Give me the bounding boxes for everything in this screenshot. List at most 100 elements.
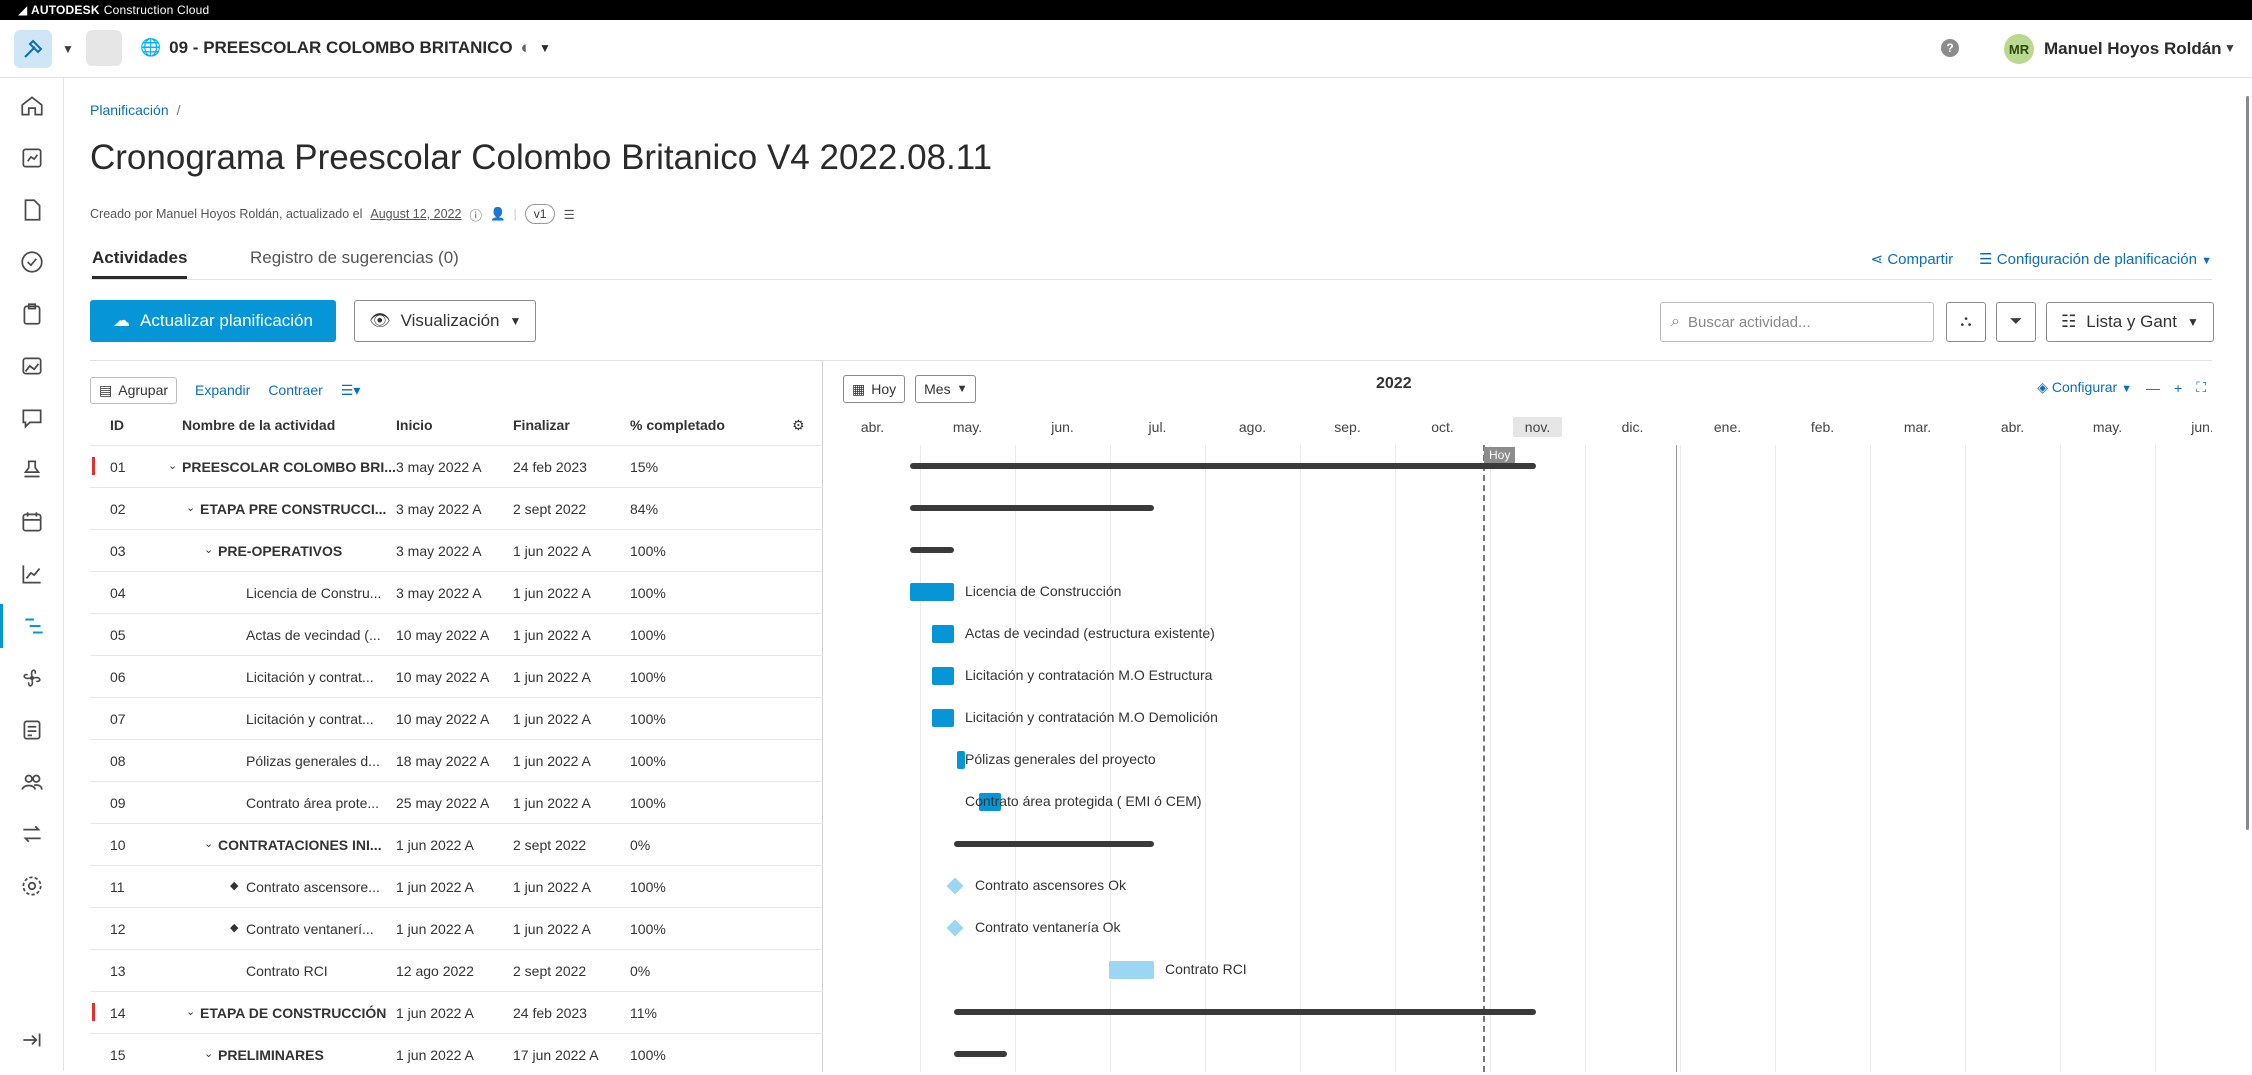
calendar-icon[interactable]	[0, 500, 64, 544]
schedule-icon[interactable]	[0, 604, 64, 648]
checklist-icon[interactable]	[0, 240, 64, 284]
dashboard-icon[interactable]	[0, 136, 64, 180]
schedule-config-button[interactable]: ☰ Configuración de planificación ▼	[1979, 250, 2212, 268]
table-row[interactable]: 07 Licitación y contrat... 10 may 2022 A 1 …	[90, 697, 823, 739]
task-bar[interactable]	[957, 751, 965, 769]
table-row[interactable]: 05 Actas de vecindad (... 10 may 2022 A 1 j…	[90, 613, 823, 655]
chevron-down-icon[interactable]: ⌄	[204, 837, 213, 850]
table-row[interactable]: 15 ⌄ PRELIMINARES 1 jun 2022 A 17 jun 2022 A…	[90, 1033, 823, 1075]
filter-button[interactable]: ⏷	[1996, 302, 2036, 342]
home-icon[interactable]	[0, 84, 64, 128]
gear-icon[interactable]	[0, 864, 64, 908]
chevron-down-icon[interactable]: ⌄	[186, 1005, 195, 1018]
table-row[interactable]: 08 Pólizas generales d... 18 may 2022 A 1 j…	[90, 739, 823, 781]
summary-bar[interactable]	[910, 505, 1154, 511]
list-gantt-dropdown[interactable]: ☷ Lista y Gant ▼	[2046, 302, 2214, 342]
row-start: 1 jun 2022 A	[396, 879, 474, 895]
table-row[interactable]: 14 ⌄ ETAPA DE CONSTRUCCIÓN 1 jun 2022 A 24 f…	[90, 991, 823, 1033]
scale-dropdown[interactable]: Mes ▼	[915, 375, 977, 403]
chevron-down-icon[interactable]: ▼	[2224, 41, 2236, 55]
view-dropdown[interactable]: 👁 Visualización ▼	[354, 300, 537, 342]
collapse-icon[interactable]	[0, 1018, 64, 1062]
collapse-button[interactable]: Contraer	[268, 382, 322, 398]
tab-suggestions[interactable]: Registro de sugerencias (0)	[250, 248, 459, 276]
fan-icon[interactable]	[0, 656, 64, 700]
outline-level-icon[interactable]: ☰▾	[341, 382, 361, 399]
table-row[interactable]: 04 Licencia de Constru... 3 may 2022 A 1 ju…	[90, 571, 823, 613]
task-bar[interactable]	[932, 667, 954, 685]
help-icon[interactable]: ?	[1941, 39, 1959, 57]
task-bar[interactable]	[932, 625, 954, 643]
task-bar[interactable]	[910, 583, 954, 601]
chevron-down-icon[interactable]: ⌄	[204, 1047, 213, 1060]
table-row[interactable]: 02 ⌄ ETAPA PRE CONSTRUCCI... 3 may 2022 A 2 …	[90, 487, 823, 529]
col-start[interactable]: Inicio	[396, 417, 433, 433]
summary-bar[interactable]	[910, 547, 954, 553]
people-icon[interactable]	[0, 760, 64, 804]
task-bar[interactable]	[1109, 961, 1154, 979]
table-row[interactable]: 09 Contrato área prote... 25 may 2022 A 1 j…	[90, 781, 823, 823]
breadcrumb-link[interactable]: Planificación	[90, 102, 169, 118]
group-button[interactable]: ▤ Agrupar	[90, 376, 178, 404]
today-button[interactable]: ▦ Hoy	[843, 375, 906, 403]
table-row[interactable]: 10 ⌄ CONTRATACIONES INI... 1 jun 2022 A 2 se…	[90, 823, 823, 865]
zoom-in-icon[interactable]: +	[2174, 380, 2182, 396]
document-icon[interactable]	[0, 188, 64, 232]
summary-bar[interactable]	[954, 1009, 1536, 1015]
month-label: jul.	[1148, 419, 1167, 435]
col-name[interactable]: Nombre de la actividad	[182, 417, 335, 433]
photo-icon[interactable]	[0, 344, 64, 388]
col-pct[interactable]: % completado	[630, 417, 725, 433]
column-settings-icon[interactable]: ⚙	[792, 417, 805, 434]
row-id: 04	[110, 585, 126, 601]
search-input[interactable]	[1687, 313, 1908, 331]
avatar[interactable]: MR	[2004, 34, 2034, 64]
tab-activities[interactable]: Actividades	[92, 248, 188, 279]
chat-icon[interactable]	[0, 396, 64, 440]
table-row[interactable]: 11 ◆ Contrato ascensore... 1 jun 2022 A 1 ju…	[90, 865, 823, 907]
summary-bar[interactable]	[954, 1051, 1007, 1057]
table-row[interactable]: 06 Licitación y contrat... 10 may 2022 A 1 …	[90, 655, 823, 697]
permissions-icon[interactable]: 👤	[490, 207, 506, 222]
table-row[interactable]: 12 ◆ Contrato ventanerí... 1 jun 2022 A 1 ju…	[90, 907, 823, 949]
status-icon: ◐	[520, 38, 531, 57]
info-icon[interactable]: ⓘ	[469, 205, 482, 224]
update-schedule-button[interactable]: ☁ Actualizar planificación	[90, 300, 336, 342]
project-selector[interactable]: 🌐 09 - PREESCOLAR COLOMBO BRITANICO ◐ ▼	[140, 38, 551, 58]
chevron-down-icon[interactable]: ▼	[62, 42, 74, 56]
meta-date[interactable]: August 12, 2022	[370, 207, 461, 221]
version-list-icon[interactable]: ☰	[563, 207, 574, 222]
clipboard-icon[interactable]	[0, 292, 64, 336]
row-pct: 100%	[630, 753, 666, 769]
table-row[interactable]: 13 Contrato RCI 12 ago 2022 2 sept 2022 0%	[90, 949, 823, 991]
summary-bar[interactable]	[910, 463, 1536, 469]
transfer-icon[interactable]	[0, 812, 64, 856]
forms-icon[interactable]	[0, 708, 64, 752]
milestone-marker[interactable]	[946, 877, 964, 895]
project-thumbnail[interactable]	[86, 30, 122, 66]
chart-icon[interactable]	[0, 552, 64, 596]
chevron-down-icon[interactable]: ⌄	[168, 459, 177, 472]
stamp-icon[interactable]	[0, 448, 64, 492]
zoom-out-icon[interactable]: —	[2146, 380, 2160, 396]
table-row[interactable]: 03 ⌄ PRE-OPERATIVOS 3 may 2022 A 1 jun 2022 …	[90, 529, 823, 571]
configure-button[interactable]: ◈ Configurar ▼	[2037, 379, 2132, 396]
share-button[interactable]: ⋖ Compartir	[1871, 250, 1954, 268]
table-row[interactable]: 01 ⌄ PREESCOLAR COLOMBO BRI... 3 may 2022 A…	[90, 445, 823, 487]
chevron-down-icon[interactable]: ⌄	[186, 501, 195, 514]
milestone-marker[interactable]	[946, 919, 964, 937]
chevron-down-icon[interactable]: ⌄	[204, 543, 213, 556]
version-badge[interactable]: v1	[524, 204, 556, 224]
gantt-bar-label: Contrato ascensores Ok	[975, 877, 1126, 893]
col-finish[interactable]: Finalizar	[513, 417, 570, 433]
summary-bar[interactable]	[954, 841, 1154, 847]
fullscreen-icon[interactable]: ⛶	[2196, 379, 2206, 396]
product-switcher-button[interactable]	[14, 30, 52, 68]
task-bar[interactable]	[932, 709, 954, 727]
col-id[interactable]: ID	[110, 417, 124, 433]
user-name[interactable]: Manuel Hoyos Roldán	[2044, 39, 2222, 59]
row-pct: 100%	[630, 543, 666, 559]
page-scrollbar[interactable]	[2246, 96, 2249, 830]
expand-button[interactable]: Expandir	[195, 382, 250, 398]
find-button[interactable]: ⛬	[1946, 302, 1986, 342]
